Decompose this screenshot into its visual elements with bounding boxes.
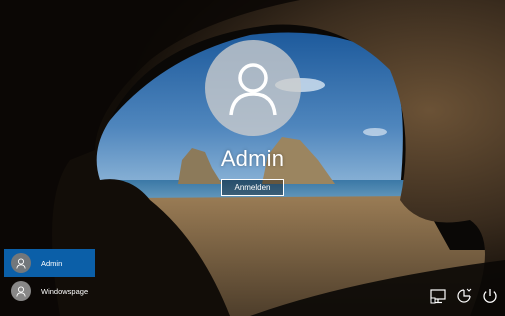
network-icon[interactable] — [429, 287, 447, 305]
power-icon[interactable] — [481, 287, 499, 305]
user-list-item-windowspage[interactable]: Windowspage — [4, 277, 95, 305]
system-tray — [429, 287, 499, 307]
mini-user-icon — [11, 281, 31, 301]
sign-in-button[interactable]: Anmelden — [221, 179, 284, 196]
user-list-item-label: Admin — [41, 258, 63, 268]
ease-of-access-icon[interactable] — [455, 287, 473, 305]
user-list-item-label: Windowspage — [41, 286, 89, 296]
user-avatar — [205, 40, 301, 136]
user-switcher-list: Admin Windowspage — [4, 249, 95, 305]
username-label: Admin — [220, 146, 285, 171]
user-list-item-admin[interactable]: Admin — [4, 249, 95, 277]
user-icon — [229, 63, 277, 116]
mini-user-icon — [11, 253, 31, 273]
